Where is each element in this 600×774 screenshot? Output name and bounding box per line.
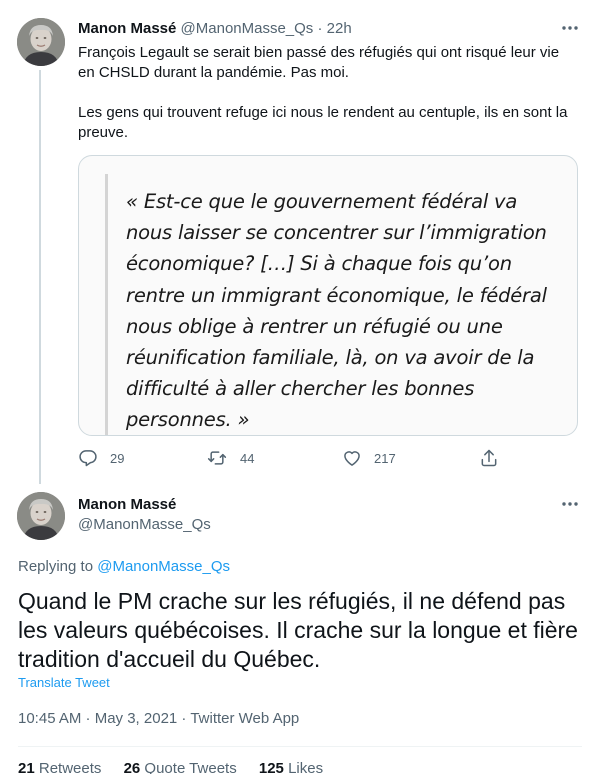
tweet-header: Manon Massé @ManonMasse_Qs · 22h bbox=[78, 20, 352, 38]
retweet-button[interactable]: 44 bbox=[206, 446, 254, 470]
tweet-paragraph: Les gens qui trouvent refuge ici nous le… bbox=[78, 104, 568, 141]
quotes-count: 26 bbox=[123, 760, 141, 774]
tweet-actions: 29 44 217 bbox=[78, 446, 578, 470]
more-horizontal-icon[interactable] bbox=[560, 18, 580, 38]
reply-button[interactable]: 29 bbox=[78, 446, 124, 470]
likes-count: 125 bbox=[258, 760, 284, 774]
like-count: 217 bbox=[374, 450, 396, 466]
retweet-icon bbox=[206, 448, 228, 468]
share-upload-icon bbox=[479, 448, 499, 468]
tweet-text: François Legault se serait bien passé de… bbox=[78, 43, 578, 143]
author-name[interactable]: Manon Massé bbox=[78, 496, 176, 514]
tweet-text: Quand le PM crache sur les réfugiés, il … bbox=[18, 588, 578, 672]
author-handle[interactable]: @ManonMasse_Qs bbox=[78, 516, 211, 534]
retweet-count: 44 bbox=[240, 450, 255, 466]
like-button[interactable]: 217 bbox=[342, 446, 396, 470]
tweet-stats: 21 Retweets 26 Quote Tweets 125 Likes bbox=[18, 760, 341, 774]
reply-count: 29 bbox=[110, 450, 125, 466]
parent-tweet[interactable]: Manon Massé @ManonMasse_Qs · 22h Françoi… bbox=[0, 0, 600, 484]
separator-dot: · bbox=[317, 20, 323, 37]
quotes-stat[interactable]: 26 Quote Tweets bbox=[124, 760, 241, 774]
avatar[interactable] bbox=[17, 492, 65, 540]
quote-image-text: « Est-ce que le gouvernement fédéral va … bbox=[126, 190, 547, 432]
likes-stat[interactable]: 125 Likes bbox=[259, 760, 323, 774]
replying-to-link[interactable]: @ManonMasse_Qs bbox=[97, 558, 230, 575]
replying-to: Replying to @ManonMasse_Qs bbox=[18, 558, 230, 576]
tweet-image[interactable]: « Est-ce que le gouvernement fédéral va … bbox=[78, 155, 578, 436]
thread-line bbox=[39, 70, 41, 484]
quotes-label: Quote Tweets bbox=[144, 760, 237, 774]
retweets-label: Retweets bbox=[38, 760, 102, 774]
divider bbox=[18, 746, 582, 747]
tweet-time[interactable]: 22h bbox=[327, 20, 352, 37]
tweet-paragraph: François Legault se serait bien passé de… bbox=[78, 44, 560, 81]
retweets-stat[interactable]: 21 Retweets bbox=[18, 760, 106, 774]
quote-bar bbox=[105, 174, 108, 435]
reply-bubble-icon bbox=[78, 448, 98, 468]
more-horizontal-icon[interactable] bbox=[560, 494, 580, 514]
heart-icon bbox=[342, 448, 362, 468]
tweet-timestamp[interactable]: 10:45 AM · May 3, 2021 · Twitter Web App bbox=[18, 710, 299, 728]
share-button[interactable] bbox=[479, 446, 499, 470]
author-name[interactable]: Manon Massé bbox=[78, 20, 176, 37]
translate-tweet-link[interactable]: Translate Tweet bbox=[18, 675, 110, 691]
retweets-count: 21 bbox=[18, 760, 35, 774]
avatar[interactable] bbox=[17, 18, 65, 66]
likes-label: Likes bbox=[288, 760, 324, 774]
replying-label: Replying to bbox=[18, 558, 94, 575]
focused-tweet: Manon Massé @ManonMasse_Qs Replying to @… bbox=[0, 484, 600, 774]
author-handle[interactable]: @ManonMasse_Qs bbox=[181, 20, 314, 37]
